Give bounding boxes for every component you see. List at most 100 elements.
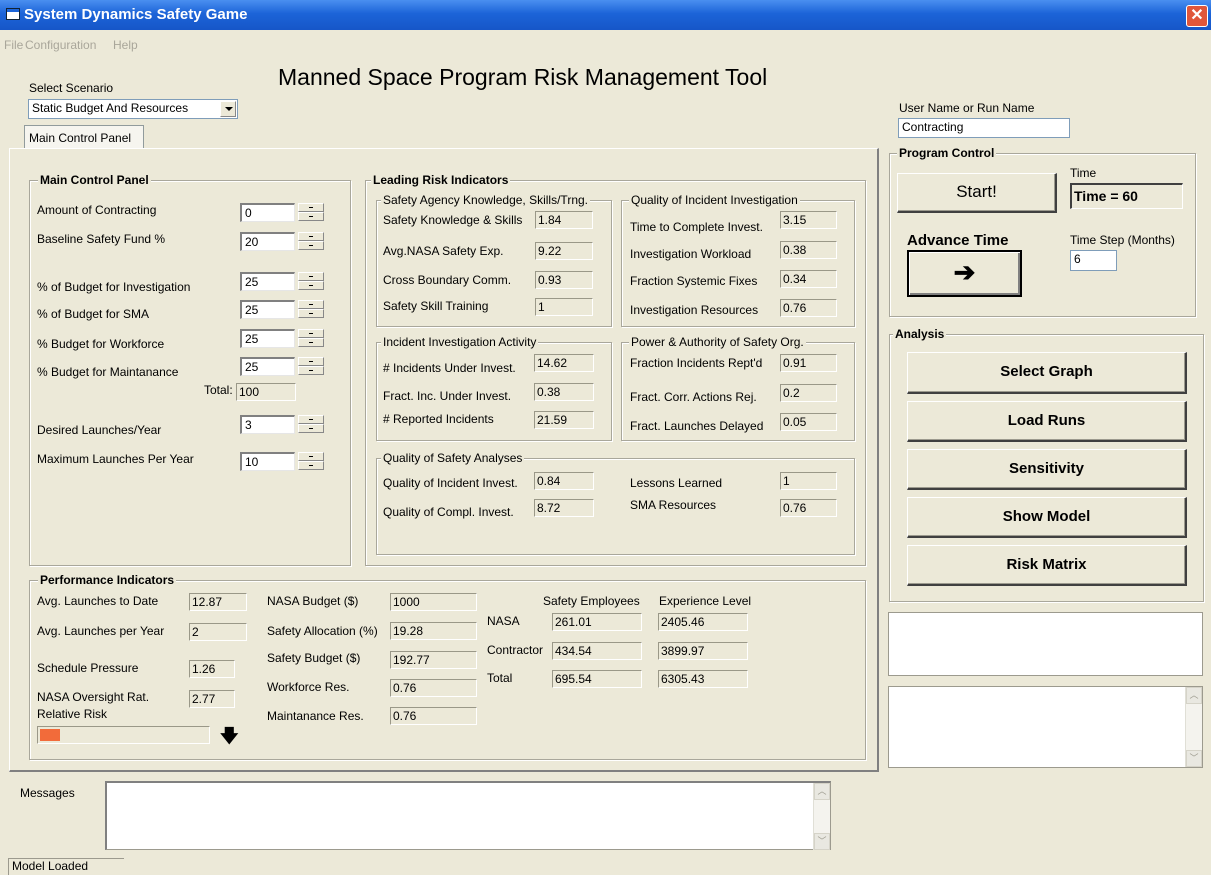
messages-scrollbar[interactable]: ︿ ﹀ [813,783,830,850]
quality-analyses-title: Quality of Safety Analyses [381,451,525,465]
max-launches-stepper[interactable] [298,452,324,471]
baseline-fund-stepper[interactable] [298,232,324,251]
lessons-learned-label: Lessons Learned [630,476,723,490]
menu-file[interactable]: File [4,38,23,52]
risk-matrix-button[interactable]: Risk Matrix [907,545,1187,586]
sensitivity-button[interactable]: Sensitivity [907,449,1187,490]
leading-indicators-title: Leading Risk Indicators [371,173,511,187]
baseline-fund-label: Baseline Safety Fund % [37,232,166,246]
experience-level-header: Experience Level [659,594,752,608]
budget-investigation-stepper[interactable] [298,272,324,291]
fract-inc-value: 0.38 [534,383,594,401]
desired-launches-stepper[interactable] [298,415,324,434]
launches-delayed-value: 0.05 [780,413,837,431]
arrow-right-icon: ➔ [953,257,976,287]
maintenance-res-value: 0.76 [390,707,477,725]
nasa-budget-value: 1000 [390,593,477,611]
reported-incidents-label: # Reported Incidents [383,412,494,426]
contracting-input[interactable]: 0 [240,203,295,222]
total-row-label: Total [487,671,513,685]
knowledge-title: Safety Agency Knowledge, Skills/Trng. [381,193,590,207]
skill-training-value: 1 [535,298,593,316]
launches-delayed-label: Fract. Launches Delayed [630,419,764,433]
scenario-select[interactable]: Static Budget And Resources [28,99,238,119]
messages-textbox[interactable]: ︿ ﹀ [105,781,831,850]
skill-training-label: Safety Skill Training [383,299,489,313]
budget-maintenance-stepper[interactable] [298,357,324,376]
total-safety-employees: 695.54 [552,670,642,688]
start-button[interactable]: Start! [897,173,1057,213]
cross-boundary-value: 0.93 [535,271,593,289]
scenario-value: Static Budget And Resources [32,101,189,115]
avg-launches-date-label: Avg. Launches to Date [37,594,159,608]
budget-workforce-input[interactable]: 25 [240,329,295,348]
budget-workforce-stepper[interactable] [298,329,324,348]
output-textbox[interactable]: ︿ ﹀ [888,686,1203,768]
knowledge-label: Safety Knowledge & Skills [383,213,523,227]
relative-risk-fill [40,729,60,741]
load-runs-button[interactable]: Load Runs [907,401,1187,442]
contractor-safety-employees: 434.54 [552,642,642,660]
user-name-label: User Name or Run Name [899,101,1035,115]
safety-employees-header: Safety Employees [543,594,640,608]
time-step-label: Time Step (Months) [1070,233,1175,247]
advance-time-label: Advance Time [907,232,1009,249]
budget-investigation-input[interactable]: 25 [240,272,295,291]
reported-incidents-value: 21.59 [534,411,594,429]
safety-budget-value: 192.77 [390,651,477,669]
scenario-label: Select Scenario [29,81,114,95]
scroll-down-icon[interactable]: ﹀ [1186,750,1202,767]
total-label: Total: [204,383,233,397]
select-graph-button[interactable]: Select Graph [907,352,1187,394]
total-experience: 6305.43 [658,670,748,688]
relative-risk-label: Relative Risk [37,707,108,721]
budget-maintenance-input[interactable]: 25 [240,357,295,376]
contracting-stepper[interactable] [298,203,324,222]
app-window-icon [6,8,20,20]
menu-configuration[interactable]: Configuration [25,38,96,52]
time-step-input[interactable]: 6 [1070,250,1117,271]
systemic-fixes-label: Fraction Systemic Fixes [630,274,758,288]
fract-inc-label: Fract. Inc. Under Invest. [383,389,512,403]
desired-launches-input[interactable]: 3 [240,415,295,434]
time-complete-label: Time to Complete Invest. [630,220,763,234]
baseline-fund-input[interactable]: 20 [240,232,295,251]
close-button[interactable]: ✕ [1186,5,1208,27]
maintenance-res-label: Maintanance Res. [267,709,364,723]
quality-compl-value: 8.72 [534,499,594,517]
main-control-title: Main Control Panel [38,173,151,187]
avg-launches-date-value: 12.87 [189,593,247,611]
performance-title: Performance Indicators [38,573,177,587]
budget-workforce-label: % Budget for Workforce [37,337,165,351]
scroll-up-icon[interactable]: ︿ [814,783,830,800]
budget-sma-stepper[interactable] [298,300,324,319]
status-bar: Model Loaded [8,858,124,875]
menu-help[interactable]: Help [113,38,138,52]
advance-time-button[interactable]: ➔ [907,250,1022,297]
nasa-safety-exp-value: 9.22 [535,242,593,260]
cross-boundary-label: Cross Boundary Comm. [383,273,512,287]
systemic-fixes-value: 0.34 [780,270,837,288]
max-launches-input[interactable]: 10 [240,452,295,471]
time-label: Time [1070,166,1097,180]
quality-incident-label: Quality of Incident Invest. [383,476,518,490]
tab-main-control-panel[interactable]: Main Control Panel [24,125,144,149]
user-name-input[interactable]: Contracting [898,118,1070,138]
sma-resources-value: 0.76 [780,499,837,517]
knowledge-value: 1.84 [535,211,593,229]
show-model-button[interactable]: Show Model [907,497,1187,538]
time-complete-value: 3.15 [780,211,837,229]
budget-sma-input[interactable]: 25 [240,300,295,319]
chevron-down-icon[interactable] [220,101,236,117]
incidents-under-invest-value: 14.62 [534,354,594,372]
safety-allocation-label: Safety Allocation (%) [267,624,378,638]
scroll-up-icon[interactable]: ︿ [1186,687,1202,704]
relative-risk-bar [37,726,210,744]
sma-resources-label: SMA Resources [630,498,717,512]
nasa-experience: 2405.46 [658,613,748,631]
scroll-down-icon[interactable]: ﹀ [814,833,830,850]
output-scrollbar[interactable]: ︿ ﹀ [1185,687,1202,767]
investigation-resources-value: 0.76 [780,299,837,317]
investigation-workload-label: Investigation Workload [630,247,752,261]
nasa-safety-employees: 261.01 [552,613,642,631]
